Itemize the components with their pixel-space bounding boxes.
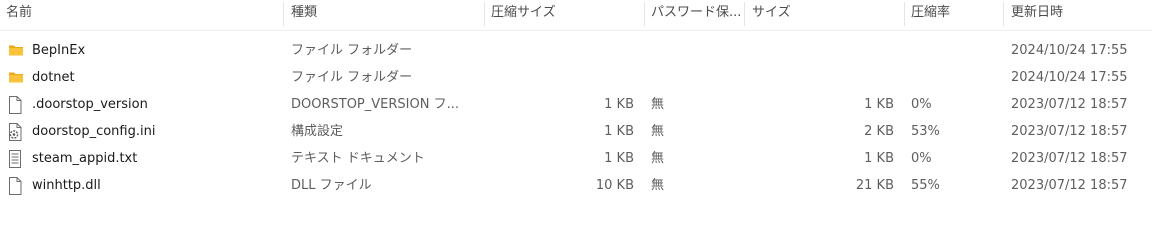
file-password — [651, 37, 741, 64]
file-modified: 2023/07/12 18:57 — [1011, 124, 1128, 139]
file-type: DLL ファイル — [291, 178, 372, 193]
file-row[interactable]: winhttp.dll DLL ファイル 10 KB 無 21 KB 55% 2… — [0, 172, 1152, 199]
column-header-compressed-size[interactable]: 圧縮サイズ — [491, 0, 641, 30]
file-modified: 2023/07/12 18:57 — [1011, 178, 1128, 193]
folder-icon — [8, 69, 24, 87]
file-compressed-size: 1 KB — [604, 151, 634, 166]
text-file-icon — [8, 150, 24, 168]
file-row[interactable]: dotnet ファイル フォルダー 2024/10/24 17:55 — [0, 64, 1152, 91]
column-divider[interactable] — [904, 2, 905, 26]
file-list: BepInEx ファイル フォルダー 2024/10/24 17:55 dotn… — [0, 37, 1152, 199]
file-compressed-size: 10 KB — [595, 178, 634, 193]
file-type: DOORSTOP_VERSION フ... — [291, 97, 459, 112]
file-ratio: 55% — [911, 178, 940, 193]
file-name: BepInEx — [32, 43, 86, 58]
column-divider[interactable] — [744, 2, 745, 26]
file-name: steam_appid.txt — [32, 151, 138, 166]
file-password: 無 — [651, 97, 665, 112]
file-row[interactable]: steam_appid.txt テキスト ドキュメント 1 KB 無 1 KB … — [0, 145, 1152, 172]
file-name: doorstop_config.ini — [32, 124, 156, 139]
file-type: ファイル フォルダー — [291, 43, 413, 58]
column-header-ratio[interactable]: 圧縮率 — [911, 0, 996, 30]
file-password: 無 — [651, 178, 665, 193]
file-row[interactable]: .doorstop_version DOORSTOP_VERSION フ... … — [0, 91, 1152, 118]
file-size: 21 KB — [855, 178, 894, 193]
file-type: ファイル フォルダー — [291, 70, 413, 85]
file-type: 構成設定 — [291, 124, 344, 139]
file-size — [746, 64, 894, 91]
file-ratio: 0% — [911, 97, 932, 112]
file-compressed-size: 1 KB — [604, 124, 634, 139]
file-modified: 2024/10/24 17:55 — [1011, 43, 1128, 58]
file-compressed-size: 1 KB — [604, 97, 634, 112]
file-size: 1 KB — [864, 97, 894, 112]
file-name: .doorstop_version — [32, 97, 148, 112]
file-name: winhttp.dll — [32, 178, 101, 193]
column-header-size[interactable]: サイズ — [752, 0, 902, 30]
column-header-row: 名前 種類 圧縮サイズ パスワード保... サイズ 圧縮率 更新日時 — [0, 0, 1152, 31]
column-divider[interactable] — [1003, 2, 1004, 26]
folder-icon — [8, 42, 24, 60]
file-row[interactable]: doorstop_config.ini 構成設定 1 KB 無 2 KB 53%… — [0, 118, 1152, 145]
file-compressed-size — [484, 37, 634, 64]
column-divider[interactable] — [283, 2, 284, 26]
file-modified: 2023/07/12 18:57 — [1011, 151, 1128, 166]
file-ratio — [911, 37, 991, 64]
column-divider[interactable] — [484, 2, 485, 26]
column-header-password[interactable]: パスワード保... — [651, 0, 743, 30]
file-type: テキスト ドキュメント — [291, 151, 425, 166]
file-row[interactable]: BepInEx ファイル フォルダー 2024/10/24 17:55 — [0, 37, 1152, 64]
file-modified: 2024/10/24 17:55 — [1011, 70, 1128, 85]
file-ratio — [911, 64, 991, 91]
file-icon — [8, 177, 24, 195]
file-password: 無 — [651, 151, 665, 166]
column-header-name[interactable]: 名前 — [6, 0, 276, 30]
file-modified: 2023/07/12 18:57 — [1011, 97, 1128, 112]
file-size: 1 KB — [864, 151, 894, 166]
file-password: 無 — [651, 124, 665, 139]
file-icon — [8, 96, 24, 114]
file-ratio: 0% — [911, 151, 932, 166]
file-name: dotnet — [32, 70, 75, 85]
file-compressed-size — [484, 64, 634, 91]
file-ratio: 53% — [911, 124, 940, 139]
config-file-icon — [8, 123, 24, 141]
file-password — [651, 64, 741, 91]
column-header-modified[interactable]: 更新日時 — [1011, 0, 1151, 30]
column-divider[interactable] — [644, 2, 645, 26]
column-header-type[interactable]: 種類 — [291, 0, 481, 30]
file-size: 2 KB — [864, 124, 894, 139]
file-size — [746, 37, 894, 64]
